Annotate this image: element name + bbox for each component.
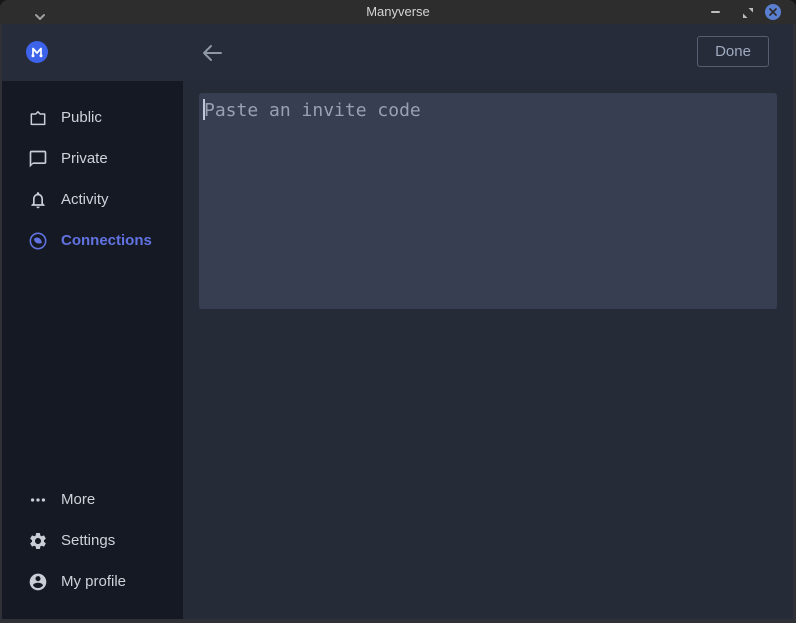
back-arrow-icon [201,44,223,62]
message-icon [28,149,48,169]
board-icon [28,108,48,128]
sidebar: Public Private Activity [2,81,183,619]
sidebar-item-label: My profile [61,573,126,590]
sidebar-item-more[interactable]: More [2,479,183,520]
close-button[interactable] [765,4,781,20]
sidebar-item-label: Public [61,109,102,126]
sidebar-item-connections[interactable]: Connections [2,220,183,261]
sidebar-footer-nav: More Settings My profile [2,479,183,602]
restore-button[interactable] [742,6,754,18]
invite-code-input[interactable] [199,93,777,309]
sidebar-item-label: Settings [61,532,115,549]
app-frame: Done Public Private [2,24,793,619]
close-x-icon [768,7,778,17]
sidebar-item-label: Private [61,150,108,167]
bell-icon [28,190,48,210]
sidebar-item-label: More [61,491,95,508]
minimize-button[interactable] [708,0,722,24]
sidebar-item-private[interactable]: Private [2,138,183,179]
app-body: Public Private Activity [2,81,793,619]
sidebar-item-settings[interactable]: Settings [2,520,183,561]
done-button[interactable]: Done [697,36,769,67]
sidebar-item-label: Activity [61,191,109,208]
account-icon [28,572,48,592]
sidebar-item-label: Connections [61,232,152,249]
sidebar-item-public[interactable]: Public [2,97,183,138]
manyverse-window: Manyverse Done [0,0,796,623]
window-titlebar: Manyverse [0,0,796,24]
window-title: Manyverse [0,0,796,24]
sidebar-main-nav: Public Private Activity [2,97,183,261]
app-header: Done [2,24,793,81]
gear-icon [28,531,48,551]
manyverse-logo [26,41,48,63]
connections-icon [28,231,48,251]
ellipsis-icon [28,490,48,510]
main-content [183,81,793,619]
sidebar-item-activity[interactable]: Activity [2,179,183,220]
sidebar-item-my-profile[interactable]: My profile [2,561,183,602]
back-button[interactable] [199,40,225,66]
